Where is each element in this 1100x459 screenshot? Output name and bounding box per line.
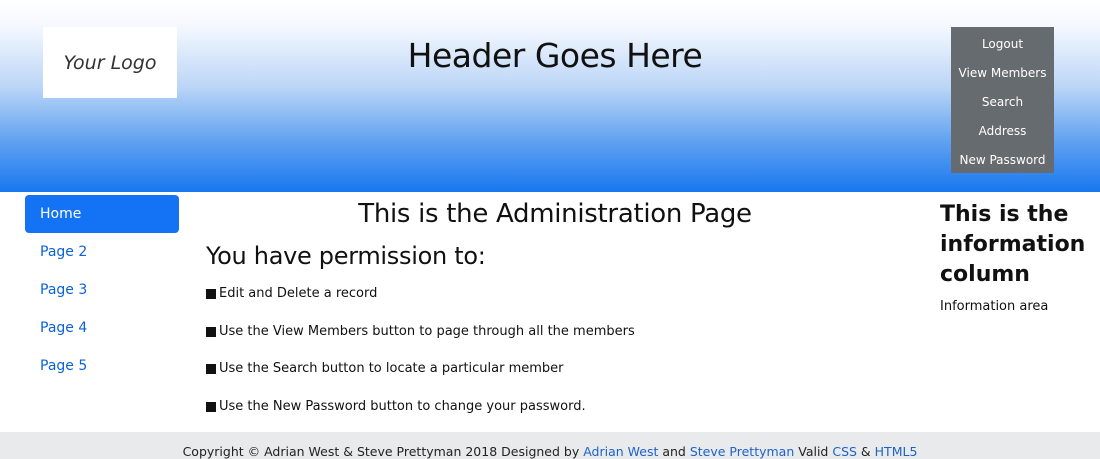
square-bullet-icon: [206, 289, 216, 299]
author-link-adrian-west[interactable]: Adrian West: [583, 444, 658, 459]
copyright-text: Copyright © Adrian West & Steve Prettyma…: [182, 444, 584, 459]
permission-list: Edit and Delete a record Use the View Me…: [206, 283, 635, 433]
permission-text: Use the New Password button to change yo…: [219, 398, 586, 414]
sidebar-item-page-2[interactable]: Page 2: [25, 233, 179, 271]
info-column-title: This is the information column: [940, 202, 1086, 287]
logo-text: Your Logo: [63, 51, 157, 74]
sidebar-item-page-5[interactable]: Page 5: [25, 347, 179, 385]
page-header: Your Logo Header Goes Here Logout View M…: [0, 0, 1100, 192]
permission-text: Use the View Members button to page thro…: [219, 323, 635, 339]
search-link[interactable]: Search: [951, 91, 1054, 120]
footer-and-text: and: [658, 444, 690, 459]
permission-text: Use the Search button to locate a partic…: [219, 361, 564, 376]
header-title: Header Goes Here: [407, 36, 703, 75]
permission-heading: You have permission to:: [206, 242, 486, 270]
footer-valid-text: Valid: [794, 444, 833, 459]
square-bullet-icon: [206, 364, 216, 374]
html5-validator-link[interactable]: HTML5: [875, 444, 918, 459]
sidebar-nav: Home Page 2 Page 3 Page 4 Page 5: [25, 195, 179, 385]
info-area-text: Information area: [940, 299, 1049, 314]
info-column: This is the information column Informati…: [940, 200, 1098, 314]
sidebar-item-page-4[interactable]: Page 4: [25, 309, 179, 347]
permission-item: Use the View Members button to page thro…: [206, 321, 635, 359]
sidebar-item-home[interactable]: Home: [25, 195, 179, 233]
author-link-steve-prettyman[interactable]: Steve Prettyman: [690, 444, 794, 459]
css-validator-link[interactable]: CSS: [832, 444, 857, 459]
logout-link[interactable]: Logout: [951, 33, 1054, 62]
permission-item: Use the New Password button to change yo…: [206, 396, 635, 434]
new-password-link[interactable]: New Password: [951, 149, 1054, 178]
permission-item: Edit and Delete a record: [206, 283, 635, 321]
sidebar-item-page-3[interactable]: Page 3: [25, 271, 179, 309]
footer-amp-text: &: [856, 444, 875, 459]
logo[interactable]: Your Logo: [43, 27, 177, 98]
permission-text: Edit and Delete a record: [219, 286, 378, 301]
page-title: This is the Administration Page: [358, 199, 752, 229]
header-menu: Logout View Members Search Address New P…: [951, 27, 1054, 173]
square-bullet-icon: [206, 326, 216, 337]
square-bullet-icon: [206, 401, 216, 412]
address-link[interactable]: Address: [951, 120, 1054, 149]
view-members-link[interactable]: View Members: [951, 62, 1054, 91]
permission-item: Use the Search button to locate a partic…: [206, 358, 635, 396]
page-footer: Copyright © Adrian West & Steve Prettyma…: [0, 432, 1100, 459]
